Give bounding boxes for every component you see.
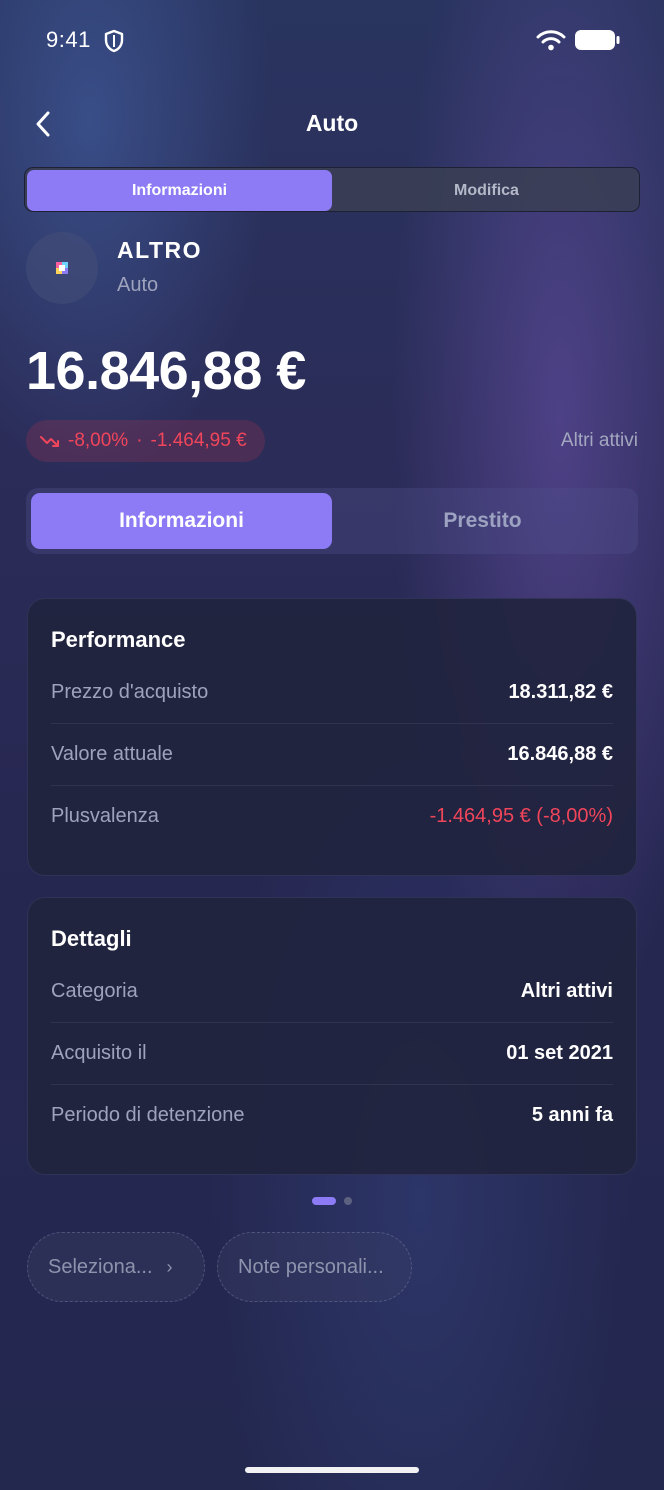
row-label: Acquisito il xyxy=(51,1042,147,1064)
battery-icon xyxy=(575,30,620,50)
shield-icon xyxy=(104,29,124,53)
row-value: 18.311,82 € xyxy=(508,680,613,703)
wifi-icon xyxy=(536,30,566,51)
change-percent: -8,00% xyxy=(68,430,129,451)
chevron-right-icon: › xyxy=(166,1256,173,1277)
page-dot[interactable] xyxy=(344,1197,352,1205)
page-title: Auto xyxy=(305,110,359,136)
asset-type: Auto xyxy=(117,274,159,296)
row-label: Periodo di detenzione xyxy=(51,1104,245,1126)
status-bar: 9:41 xyxy=(0,0,664,80)
row-label: Categoria xyxy=(51,979,138,1002)
total-value: 16.846,88 € xyxy=(26,341,306,401)
holding-period-row: Periodo di detenzione 5 anni fa xyxy=(51,1084,613,1146)
select-chip[interactable]: Seleziona... › xyxy=(27,1232,205,1302)
status-time: 9:41 xyxy=(46,27,91,52)
tab-prestito[interactable]: Prestito xyxy=(332,493,633,549)
change-separator: · xyxy=(136,430,143,451)
row-label: Valore attuale xyxy=(51,743,173,765)
home-indicator xyxy=(245,1467,419,1473)
row-label: Prezzo d'acquisto xyxy=(51,680,209,703)
row-value: 16.846,88 € xyxy=(507,743,613,765)
row-label: Plusvalenza xyxy=(51,805,159,827)
capital-gain-row: Plusvalenza -1.464,95 € (-8,00%) xyxy=(51,785,613,847)
row-value: 01 set 2021 xyxy=(506,1042,613,1064)
category-row: Categoria Altri attivi xyxy=(51,960,613,1022)
row-value: 5 anni fa xyxy=(531,1104,613,1126)
details-card: Dettagli Categoria Altri attivi Acquisit… xyxy=(27,897,637,1175)
asset-logo xyxy=(26,232,98,304)
category-link[interactable]: Altri attivi xyxy=(561,430,638,452)
row-value: -1.464,95 € (-8,00%) xyxy=(429,805,613,827)
change-amount: -1.464,95 € xyxy=(150,430,247,451)
change-badge: -8,00% · -1.464,95 € xyxy=(26,420,265,462)
current-value-row: Valore attuale 16.846,88 € xyxy=(51,723,613,785)
acquired-date-row: Acquisito il 01 set 2021 xyxy=(51,1022,613,1084)
asset-logo-icon xyxy=(56,262,68,274)
notes-chip-label: Note personali... xyxy=(238,1255,384,1278)
performance-card: Performance Prezzo d'acquisto 18.311,82 … xyxy=(27,598,637,876)
main-segmented-control: Informazioni Prestito xyxy=(26,488,638,554)
page-dot-active[interactable] xyxy=(312,1197,336,1205)
top-segmented-control: Informazioni Modifica xyxy=(24,167,640,212)
row-value: Altri attivi xyxy=(520,979,613,1002)
page-indicator xyxy=(0,1197,664,1205)
select-chip-label: Seleziona... xyxy=(48,1255,153,1278)
asset-name: ALTRO xyxy=(117,237,203,263)
tab-modifica[interactable]: Modifica xyxy=(334,170,639,211)
trend-down-icon xyxy=(40,436,59,447)
tab-informazioni-top[interactable]: Informazioni xyxy=(27,170,332,211)
personal-notes-chip[interactable]: Note personali... xyxy=(217,1232,412,1302)
tab-informazioni[interactable]: Informazioni xyxy=(31,493,332,549)
